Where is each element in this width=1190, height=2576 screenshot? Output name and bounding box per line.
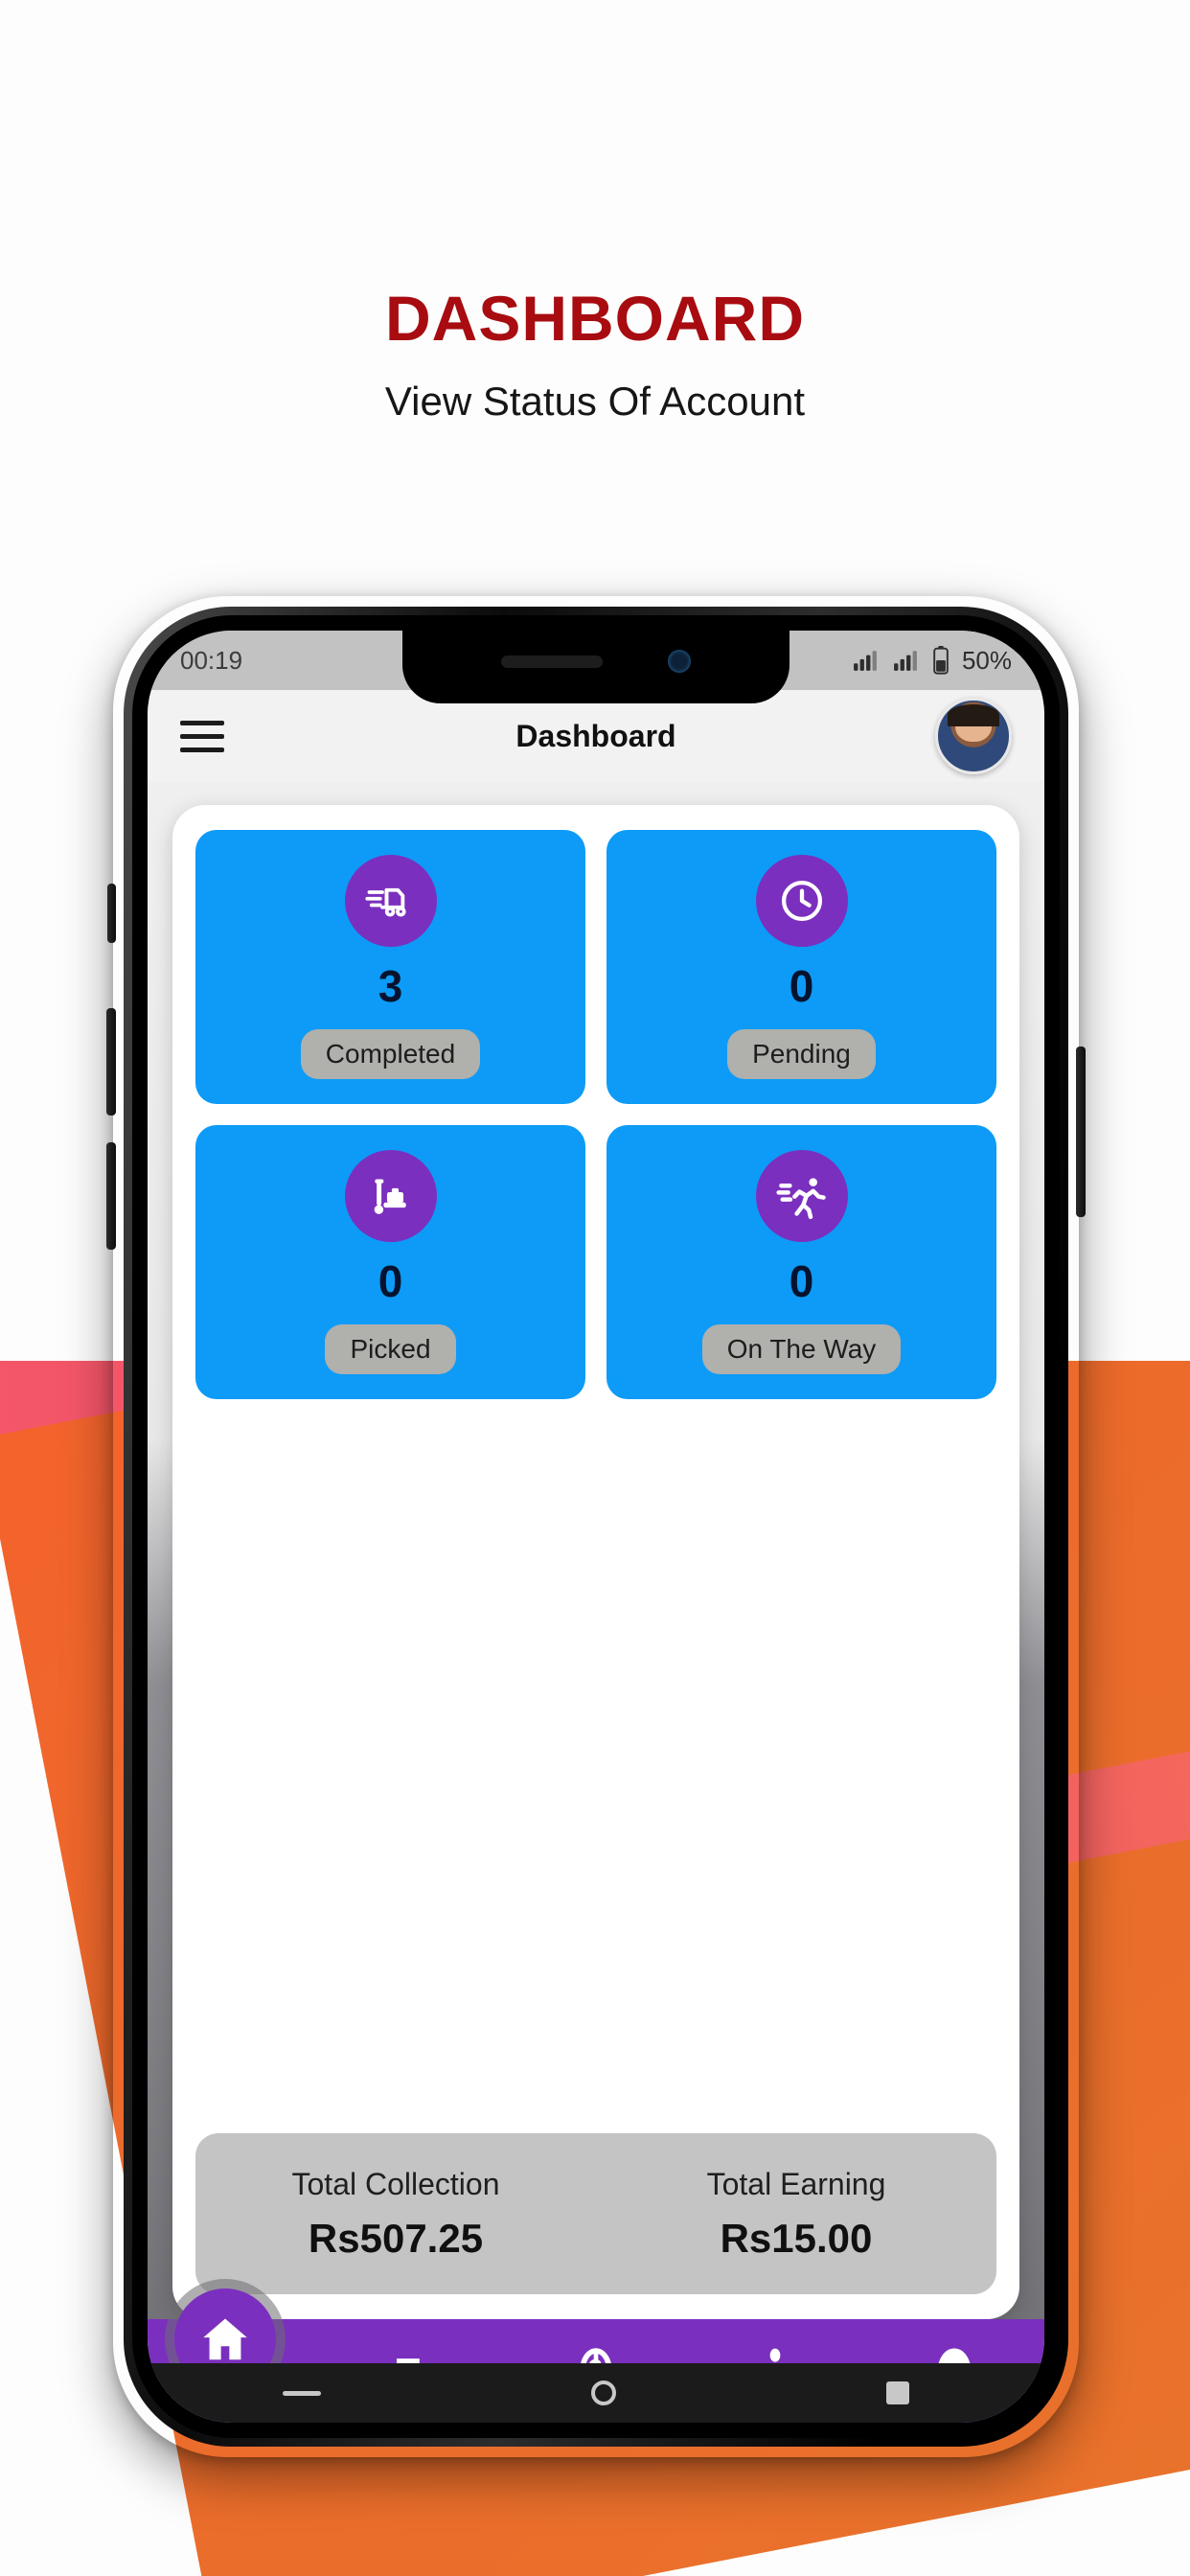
- stat-card-on-the-way[interactable]: 0 On The Way: [606, 1125, 996, 1399]
- stat-value: 0: [789, 961, 814, 1011]
- avatar[interactable]: [935, 698, 1012, 774]
- stat-label: Pending: [727, 1029, 876, 1079]
- stat-label: Picked: [325, 1324, 456, 1374]
- stat-card-pending[interactable]: 0 Pending: [606, 830, 996, 1104]
- delivery-truck-icon: [344, 855, 437, 947]
- stat-card-picked[interactable]: 0 Picked: [195, 1125, 585, 1399]
- earpiece-speaker: [501, 655, 603, 668]
- stat-card-completed[interactable]: 3 Completed: [195, 830, 585, 1104]
- page-title: DASHBOARD: [385, 283, 805, 354]
- phone-button-silent[interactable]: [107, 884, 116, 943]
- phone-button-volume-down[interactable]: [106, 1142, 116, 1250]
- total-earning-label: Total Earning: [706, 2166, 886, 2201]
- phone-screen: 00:19 50% Dashboard 3 Completed 0 Pendin…: [148, 631, 1044, 2423]
- phone-button-power[interactable]: [1076, 1046, 1086, 1217]
- stat-label: On The Way: [701, 1324, 902, 1374]
- page-subtitle: View Status Of Account: [384, 379, 806, 425]
- hamburger-menu-icon[interactable]: [180, 720, 224, 752]
- back-key[interactable]: [283, 2390, 321, 2396]
- phone-button-volume-up[interactable]: [106, 1008, 116, 1116]
- status-bar-indicators: 50%: [851, 646, 1012, 676]
- front-camera: [668, 650, 691, 673]
- stat-value: 0: [378, 1256, 403, 1306]
- android-soft-keys: [148, 2363, 1044, 2423]
- battery-percent-label: 50%: [961, 645, 1012, 675]
- app-body: 3 Completed 0 Pending 0 Picked 0 On The …: [148, 782, 1044, 2423]
- promo-headings: DASHBOARD View Status Of Account: [0, 0, 1190, 425]
- home-icon: [203, 2318, 247, 2360]
- battery-icon: [933, 646, 949, 675]
- total-earning: Total Earning Rs15.00: [596, 2167, 996, 2262]
- status-bar: 00:19 50%: [148, 631, 1044, 703]
- totals-bar: Total Collection Rs507.25 Total Earning …: [195, 2133, 996, 2294]
- stat-value: 3: [378, 961, 403, 1011]
- total-earning-value: Rs15.00: [720, 2215, 873, 2261]
- status-bar-time: 00:19: [180, 645, 243, 675]
- signal-bars-icon: [854, 651, 877, 671]
- stats-grid: 3 Completed 0 Pending 0 Picked 0 On The …: [195, 830, 996, 1399]
- hand-truck-icon: [344, 1150, 437, 1242]
- stat-label: Completed: [300, 1029, 481, 1079]
- total-collection-value: Rs507.25: [308, 2215, 484, 2261]
- dashboard-sheet: 3 Completed 0 Pending 0 Picked 0 On The …: [172, 805, 1019, 2319]
- home-key[interactable]: [591, 2380, 616, 2405]
- stat-value: 0: [789, 1256, 814, 1306]
- running-person-icon: [755, 1150, 848, 1242]
- app-bar: Dashboard: [148, 690, 1044, 782]
- signal-bars-icon-2: [894, 651, 917, 671]
- app-bar-title: Dashboard: [515, 718, 676, 753]
- phone-mockup: 00:19 50% Dashboard 3 Completed 0 Pendin…: [106, 596, 1086, 2457]
- phone-notch: [402, 631, 790, 703]
- recents-key[interactable]: [886, 2381, 909, 2404]
- total-collection: Total Collection Rs507.25: [195, 2167, 596, 2262]
- total-collection-label: Total Collection: [291, 2166, 500, 2201]
- clock-icon: [755, 855, 848, 947]
